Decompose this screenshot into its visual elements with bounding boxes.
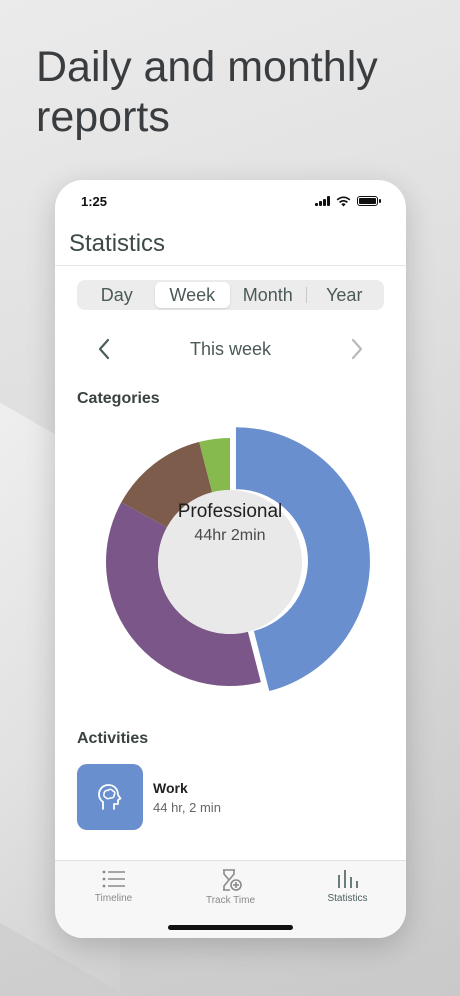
activity-title: Work	[153, 779, 188, 796]
hourglass-add-icon	[222, 869, 242, 891]
chevron-left-icon[interactable]	[97, 338, 111, 360]
activities-heading: Activities	[77, 730, 149, 747]
chevron-right-icon[interactable]	[350, 338, 364, 360]
period-segmented-control: Day Week Month Year	[77, 280, 384, 310]
headline: Daily and monthly reports	[36, 43, 378, 141]
wifi-icon	[336, 196, 351, 206]
donut-chart-svg	[106, 427, 370, 692]
page-title: Statistics	[69, 230, 166, 257]
segment-month[interactable]: Month	[230, 282, 306, 308]
brain-head-icon	[98, 784, 122, 810]
segment-day[interactable]: Day	[79, 282, 155, 308]
categories-heading: Categories	[77, 390, 160, 407]
status-bar: 1:25	[55, 180, 406, 222]
period-label: This week	[189, 338, 272, 359]
tab-statistics[interactable]: Statistics	[293, 869, 403, 938]
app-header: Statistics	[55, 222, 406, 266]
segment-week[interactable]: Week	[154, 282, 230, 308]
selected-category-time: 44hr 2min	[194, 527, 266, 544]
activity-icon-tile	[77, 764, 143, 830]
tab-label: Timeline	[94, 893, 133, 904]
cellular-signal-icon	[315, 196, 330, 206]
battery-icon	[357, 196, 381, 206]
home-indicator	[168, 925, 293, 930]
phone-screen: 1:25 Statistics Day Week Month Year This…	[55, 180, 406, 938]
status-time: 1:25	[81, 193, 108, 209]
list-icon	[102, 870, 125, 888]
categories-chart: Professional 44hr 2min	[55, 408, 406, 708]
tab-label: Track Time	[205, 895, 256, 906]
segment-year[interactable]: Year	[307, 282, 383, 308]
status-icons	[315, 196, 381, 207]
tab-timeline[interactable]: Timeline	[59, 869, 169, 938]
activity-duration: 44 hr, 2 min	[153, 799, 221, 815]
bar-chart-icon	[337, 870, 358, 888]
activity-text: Work 44 hr, 2 min	[153, 780, 221, 815]
period-navigator: This week	[55, 334, 406, 364]
tab-bar: Timeline Track Time Statistics	[55, 860, 406, 938]
list-item[interactable]: Work 44 hr, 2 min	[77, 764, 406, 830]
tab-label: Statistics	[327, 893, 368, 904]
donut-center-label: Professional 44hr 2min	[158, 501, 302, 545]
selected-category-name: Professional	[177, 501, 283, 522]
